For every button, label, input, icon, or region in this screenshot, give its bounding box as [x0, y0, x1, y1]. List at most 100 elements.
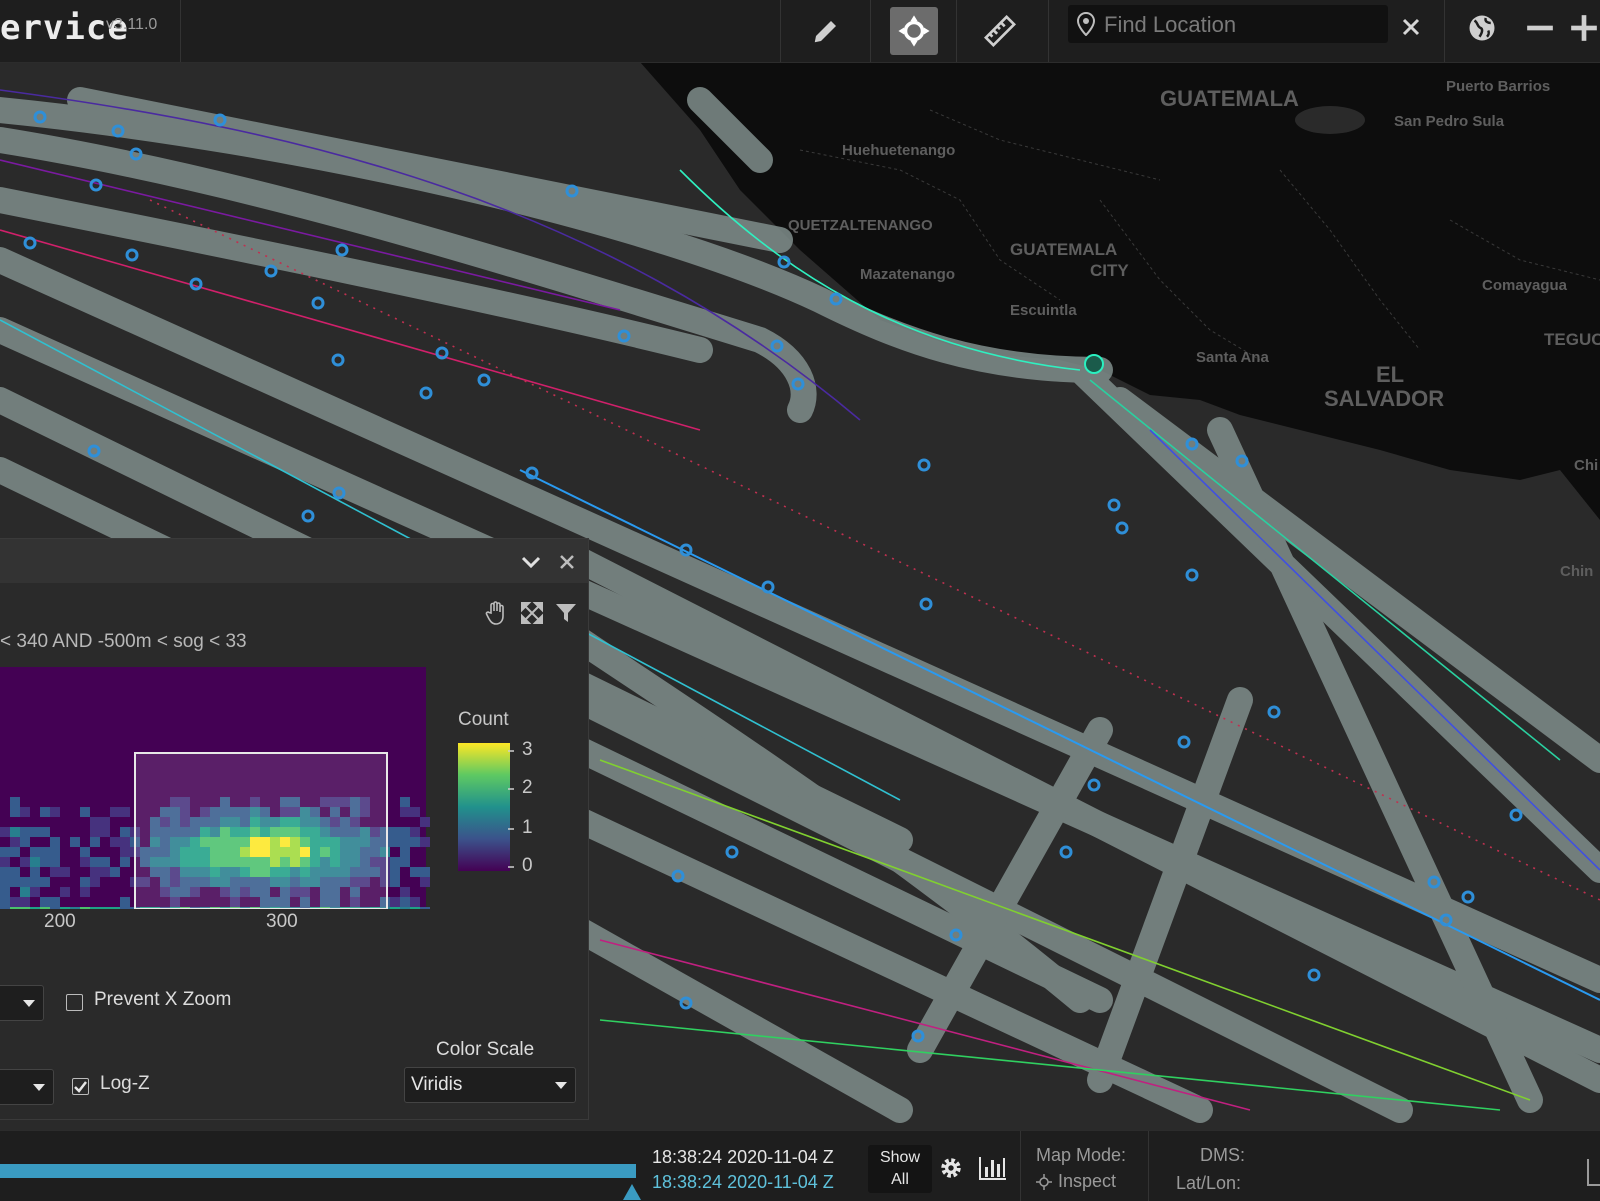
- heatmap-cell: [420, 837, 430, 847]
- heatmap-cell: [410, 907, 420, 909]
- heatmap-cell: [40, 857, 50, 867]
- map-label-mazatenango: Mazatenango: [860, 266, 955, 283]
- heatmap-cell: [60, 907, 70, 909]
- map-label-guatemala: GUATEMALA: [1160, 86, 1299, 111]
- find-location-input[interactable]: [1102, 5, 1386, 45]
- close-icon: [560, 555, 574, 569]
- heatmap-cell: [0, 887, 10, 897]
- heatmap-cell: [0, 847, 10, 857]
- clear-search-button[interactable]: [1396, 12, 1426, 42]
- map-label-puerto-barrios: Puerto Barrios: [1446, 78, 1550, 95]
- measure-tool-button[interactable]: [976, 7, 1024, 55]
- hand-icon: [485, 601, 504, 625]
- heatmap-cell: [0, 907, 10, 909]
- colorbar-tick-0: 0: [522, 855, 533, 876]
- colorbar-tick-1: 1: [522, 817, 533, 838]
- heatmap-cell: [90, 857, 100, 867]
- timeline-handle-icon[interactable]: [622, 1183, 642, 1201]
- draw-tool-button[interactable]: [802, 7, 850, 55]
- heatmap-cell: [50, 897, 60, 907]
- log-z-checkbox[interactable]: [72, 1078, 89, 1095]
- heatmap-cell: [20, 877, 30, 887]
- heatmap-cell: [0, 867, 10, 877]
- crosshair-icon: [1036, 1174, 1052, 1190]
- zoom-in-button[interactable]: [1568, 8, 1600, 48]
- heatmap-cell: [30, 827, 40, 837]
- time-end: 18:38:24 2020-11-04 Z: [652, 1172, 834, 1192]
- colorbar-title: Count: [458, 709, 509, 730]
- heatmap-chart[interactable]: [0, 667, 430, 909]
- heatmap-cell: [400, 857, 410, 867]
- color-scale-select[interactable]: Viridis: [404, 1067, 576, 1103]
- color-scale-value: Viridis: [411, 1074, 463, 1095]
- heatmap-cell: [30, 877, 40, 887]
- heatmap-cell: [90, 877, 100, 887]
- filter-chart-button[interactable]: [552, 599, 580, 627]
- x-tick-200: 200: [44, 911, 76, 932]
- heatmap-cell: [100, 867, 110, 877]
- timeline-slider[interactable]: [0, 1164, 636, 1178]
- map-label-san-pedro-sula: San Pedro Sula: [1394, 113, 1505, 130]
- pan-tool-button[interactable]: [890, 7, 938, 55]
- collapse-panel-button[interactable]: [518, 549, 544, 575]
- heatmap-cell: [20, 827, 30, 837]
- heatmap-cell: [400, 897, 410, 907]
- fit-chart-button[interactable]: [518, 599, 546, 627]
- heatmap-cell: [390, 827, 400, 837]
- heatmap-cell: [400, 807, 410, 817]
- port-marker: [1084, 354, 1104, 374]
- map-label-comayagua: Comayagua: [1482, 277, 1568, 294]
- zoom-out-button[interactable]: [1520, 8, 1560, 48]
- globe-icon: [1469, 15, 1495, 41]
- map-label-santa-ana: Santa Ana: [1196, 349, 1269, 366]
- heatmap-cell: [390, 837, 400, 847]
- close-panel-button[interactable]: [554, 549, 580, 575]
- map-mode-value: Inspect: [1058, 1171, 1117, 1191]
- heatmap-cell: [0, 897, 10, 907]
- gear-icon: [941, 1158, 961, 1178]
- heatmap-cell: [80, 877, 90, 887]
- chart-button[interactable]: [976, 1153, 1010, 1183]
- axis-select-2[interactable]: [0, 1069, 54, 1105]
- heatmap-cell: [90, 827, 100, 837]
- axis-select-1[interactable]: [0, 985, 44, 1021]
- heatmap-cell: [80, 857, 90, 867]
- pan-chart-button[interactable]: [482, 599, 510, 627]
- heatmap-cell: [390, 877, 400, 887]
- heatmap-cell: [410, 807, 420, 817]
- globe-button[interactable]: [1462, 8, 1502, 48]
- map-label-chi: Chi: [1574, 457, 1598, 474]
- prevent-x-zoom-checkbox[interactable]: [66, 994, 83, 1011]
- expand-icon: [521, 602, 543, 624]
- heatmap-cell: [80, 887, 90, 897]
- heatmap-cell: [390, 907, 400, 909]
- heatmap-cell: [100, 907, 110, 909]
- checkmark-icon: [74, 1081, 87, 1093]
- show-all-button[interactable]: Show All: [868, 1145, 932, 1193]
- heatmap-cell: [80, 907, 90, 909]
- heatmap-cell: [30, 887, 40, 897]
- settings-button[interactable]: [936, 1153, 966, 1183]
- heatmap-cell: [120, 897, 130, 907]
- heatmap-cell: [10, 837, 20, 847]
- heatmap-cell: [400, 837, 410, 847]
- heatmap-cell: [30, 847, 40, 857]
- selection-box: [134, 752, 388, 909]
- heatmap-cell: [40, 847, 50, 857]
- heatmap-cell: [100, 827, 110, 837]
- heatmap-cell: [60, 867, 70, 877]
- heatmap-cell: [110, 807, 120, 817]
- heatmap-cell: [120, 857, 130, 867]
- heatmap-cell: [20, 807, 30, 817]
- heatmap-cell: [70, 837, 80, 847]
- heatmap-cell: [50, 907, 60, 909]
- time-start: 18:38:24 2020-11-04 Z: [652, 1147, 834, 1167]
- heatmap-cell: [400, 797, 410, 807]
- heatmap-cell: [50, 847, 60, 857]
- map-label-chin: Chin: [1560, 563, 1593, 580]
- color-scale-label: Color Scale: [436, 1039, 535, 1060]
- map-label-guatemala-city-2: CITY: [1090, 261, 1129, 280]
- zoom-in-icon: [1571, 15, 1597, 41]
- heatmap-cell: [30, 867, 40, 877]
- heatmap-cell: [0, 877, 10, 887]
